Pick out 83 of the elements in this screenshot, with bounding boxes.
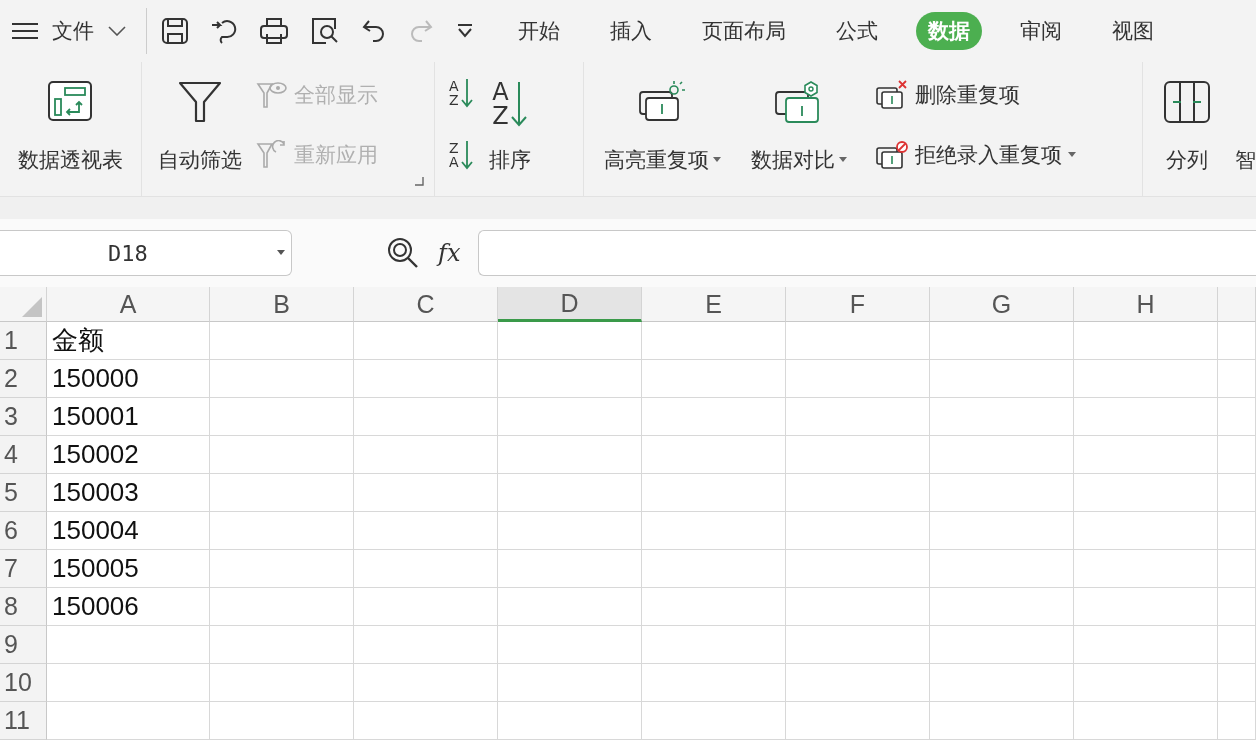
table-cell: 150005 xyxy=(47,550,210,588)
table-cell: 150001 xyxy=(47,398,210,436)
reject-duplicates-icon xyxy=(875,140,910,170)
duplicate-tool-button[interactable]: 数据对比 xyxy=(749,76,850,182)
file-menu[interactable]: 文件 xyxy=(52,17,126,45)
menu-icon[interactable] xyxy=(10,21,40,41)
formula-input[interactable] xyxy=(478,230,1256,276)
table-cell xyxy=(1218,626,1256,664)
column-header[interactable]: G xyxy=(930,287,1074,322)
sort-button[interactable]: A Z 排序 xyxy=(486,76,533,182)
column-header[interactable]: C xyxy=(354,287,498,322)
row-header[interactable]: 10 xyxy=(0,664,47,702)
row-header[interactable]: 1 xyxy=(0,322,47,360)
column-header[interactable]: A xyxy=(47,287,210,322)
ribbon-button-label[interactable]: 智 xyxy=(1235,146,1256,174)
pivot-table-button[interactable]: 数据透视表 xyxy=(15,76,125,182)
ribbon-tab[interactable]: 审阅 xyxy=(1008,12,1074,50)
table-cell xyxy=(1218,664,1256,702)
funnel-refresh-icon xyxy=(255,140,288,170)
share-icon[interactable] xyxy=(210,17,238,45)
down-arrow-icon xyxy=(460,78,473,108)
print-preview-icon[interactable] xyxy=(310,17,340,45)
undo-icon[interactable] xyxy=(361,18,387,44)
table-cell xyxy=(1218,360,1256,398)
table-cell: 150006 xyxy=(47,588,210,626)
table-cell: 150003 xyxy=(47,474,210,512)
funnel-eye-icon xyxy=(255,80,288,110)
column-header[interactable]: D xyxy=(498,287,642,322)
row-header[interactable]: 5 xyxy=(0,474,47,512)
table-cell xyxy=(1218,550,1256,588)
table-cell xyxy=(1218,436,1256,474)
function-button[interactable]: fx xyxy=(438,239,461,267)
row-header[interactable]: 7 xyxy=(0,550,47,588)
caret-icon xyxy=(1068,152,1077,158)
row-header[interactable]: 8 xyxy=(0,588,47,626)
duplicate-tool-button[interactable]: 拒绝录入重复项 xyxy=(875,140,1077,170)
table-cell: 金额 xyxy=(47,322,210,360)
table-cell xyxy=(1218,702,1256,740)
sort-descending-button[interactable]: Z A xyxy=(449,140,473,170)
row-header[interactable]: 4 xyxy=(0,436,47,474)
sort-ascending-button[interactable]: A Z xyxy=(449,78,473,108)
duplicate-tool-button[interactable]: 高亮重复项 xyxy=(602,76,724,182)
dialog-launcher-icon[interactable] xyxy=(414,176,424,186)
row-header[interactable]: 9 xyxy=(0,626,47,664)
ribbon-tab[interactable]: 公式 xyxy=(824,12,890,50)
table-cell: 150000 xyxy=(47,360,210,398)
ribbon-tab[interactable]: 开始 xyxy=(506,12,572,50)
caret-icon xyxy=(839,157,848,163)
caret-icon xyxy=(277,250,285,256)
table-cell xyxy=(1218,474,1256,512)
funnel-icon xyxy=(176,80,223,124)
table-cell: 150002 xyxy=(47,436,210,474)
table-cell xyxy=(1218,588,1256,626)
row-header[interactable]: 2 xyxy=(0,360,47,398)
column-header[interactable]: E xyxy=(642,287,786,322)
caret-icon xyxy=(713,157,722,163)
down-arrow-icon xyxy=(460,140,473,170)
table-cell xyxy=(1218,322,1256,360)
chevron-down-icon xyxy=(108,26,126,36)
row-header[interactable]: 3 xyxy=(0,398,47,436)
split-columns-button[interactable]: 分列 xyxy=(1161,76,1213,182)
print-icon[interactable] xyxy=(259,17,289,45)
pivot-table-icon xyxy=(47,80,94,122)
split-columns-icon xyxy=(1163,80,1211,124)
ribbon-tab[interactable]: 插入 xyxy=(598,12,664,50)
column-header[interactable]: B xyxy=(210,287,354,322)
row-header[interactable]: 11 xyxy=(0,702,47,740)
auto-filter-button[interactable]: 自动筛选 xyxy=(155,76,244,182)
ribbon-tab[interactable]: 页面布局 xyxy=(690,12,798,50)
zoom-icon[interactable] xyxy=(386,236,420,270)
customize-dropdown-icon[interactable] xyxy=(455,23,475,39)
remove-duplicates-icon xyxy=(875,80,910,110)
column-header[interactable]: F xyxy=(786,287,930,322)
save-icon[interactable] xyxy=(161,17,189,45)
name-box[interactable]: D18 xyxy=(0,230,292,276)
column-header[interactable]: H xyxy=(1074,287,1218,322)
duplicate-tool-button[interactable]: 删除重复项 xyxy=(875,80,1077,110)
ribbon-tab[interactable]: 视图 xyxy=(1100,12,1166,50)
table-cell xyxy=(1218,398,1256,436)
table-cell: 150004 xyxy=(47,512,210,550)
down-arrow-icon xyxy=(510,81,527,127)
row-header[interactable]: 6 xyxy=(0,512,47,550)
table-cell xyxy=(1218,512,1256,550)
